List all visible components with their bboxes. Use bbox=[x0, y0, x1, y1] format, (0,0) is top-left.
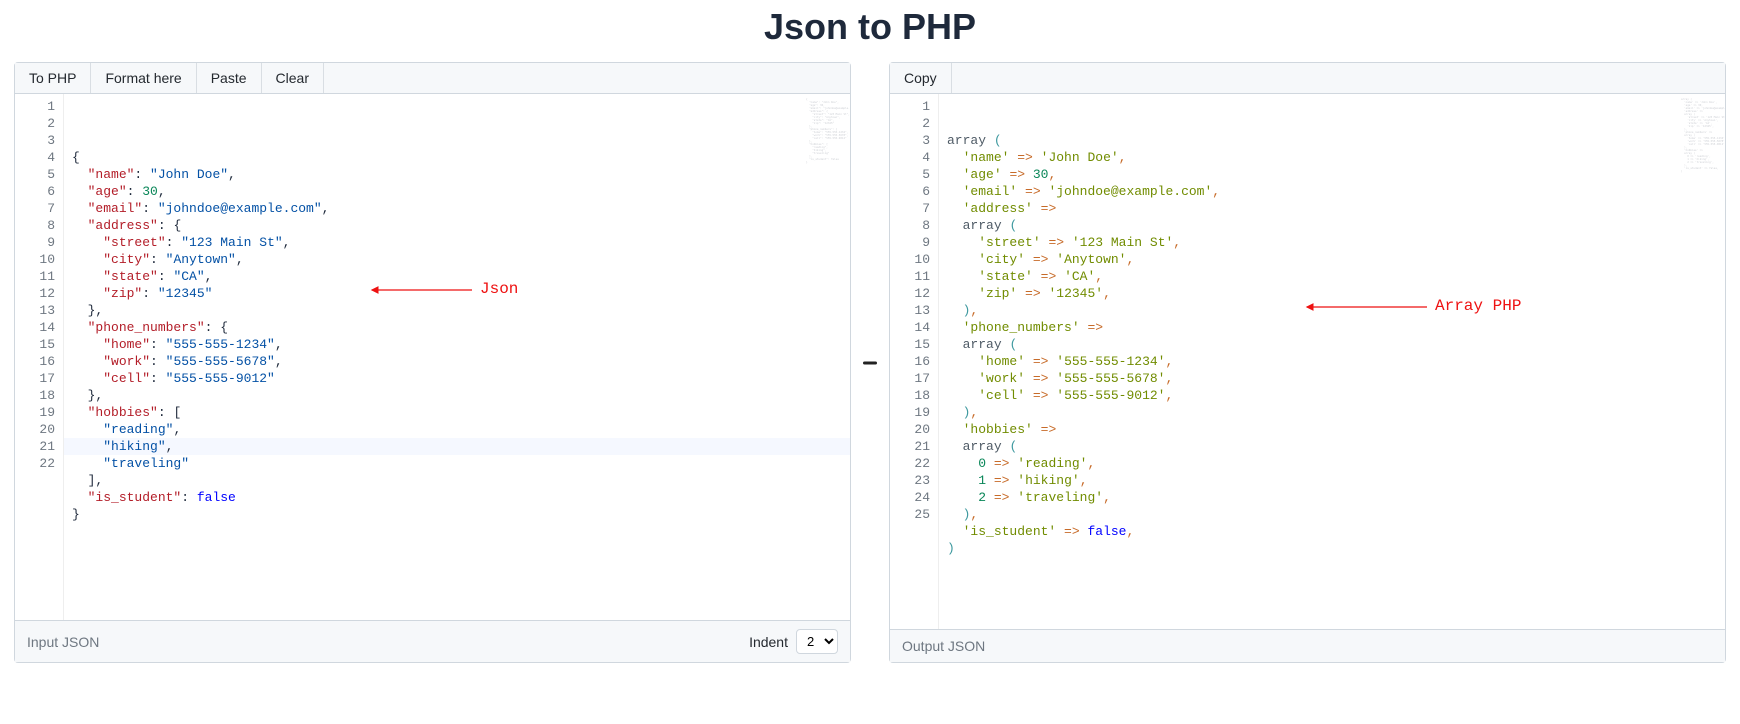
to-php-button[interactable]: To PHP bbox=[15, 63, 91, 93]
clear-button[interactable]: Clear bbox=[262, 63, 324, 93]
output-status-label: Output JSON bbox=[902, 638, 985, 654]
pane-divider[interactable] bbox=[851, 62, 889, 663]
paste-button[interactable]: Paste bbox=[197, 63, 262, 93]
indent-select[interactable]: 2 bbox=[796, 629, 838, 654]
input-pane: To PHP Format here Paste Clear 123456789… bbox=[14, 62, 851, 663]
input-toolbar: To PHP Format here Paste Clear bbox=[15, 63, 850, 94]
input-status-label: Input JSON bbox=[27, 634, 99, 650]
input-code-area[interactable]: { "name": "John Doe", "age": 30, "email"… bbox=[63, 94, 850, 620]
output-code-area[interactable]: array ( 'name' => 'John Doe', 'age' => 3… bbox=[938, 94, 1725, 629]
input-line-gutter: 12345678910111213141516171819202122 bbox=[15, 94, 63, 620]
format-here-button[interactable]: Format here bbox=[91, 63, 196, 93]
copy-button[interactable]: Copy bbox=[890, 63, 952, 93]
output-statusbar: Output JSON bbox=[890, 629, 1725, 662]
input-editor[interactable]: 12345678910111213141516171819202122 { "n… bbox=[15, 94, 850, 620]
input-statusbar: Input JSON Indent 2 bbox=[15, 620, 850, 662]
output-pane: Copy 12345678910111213141516171819202122… bbox=[889, 62, 1726, 663]
page-title: Json to PHP bbox=[0, 0, 1740, 62]
indent-label: Indent bbox=[749, 634, 788, 650]
output-editor[interactable]: 1234567891011121314151617181920212223242… bbox=[890, 94, 1725, 629]
drag-handle-icon bbox=[863, 361, 877, 364]
output-toolbar: Copy bbox=[890, 63, 1725, 94]
output-line-gutter: 1234567891011121314151617181920212223242… bbox=[890, 94, 938, 629]
